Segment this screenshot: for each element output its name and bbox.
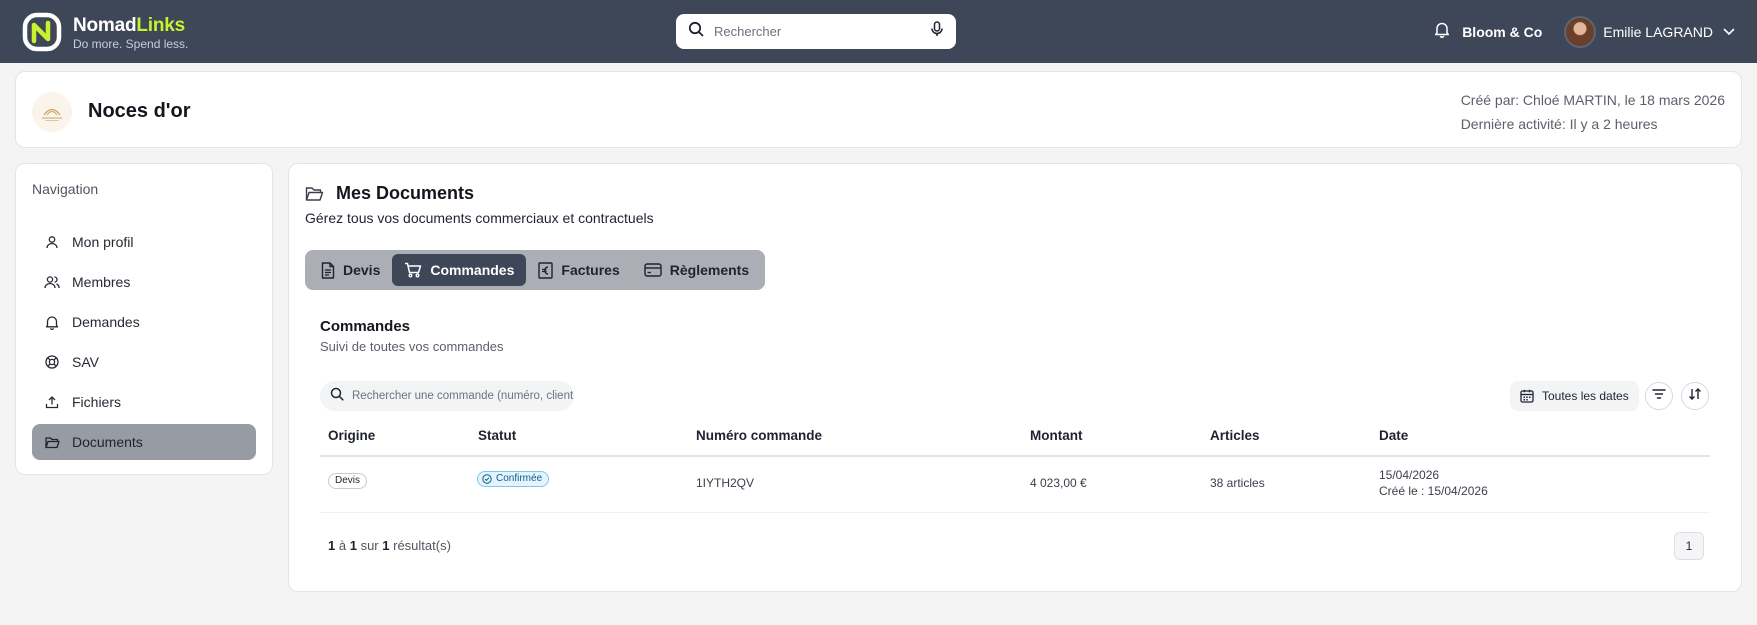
table-header: Origine Statut Numéro commande Montant A… <box>320 417 1710 457</box>
tab-label: Devis <box>343 262 381 278</box>
sidebar-item-label: Demandes <box>72 314 140 330</box>
sidebar-item-requests[interactable]: Demandes <box>32 304 256 340</box>
sidebar-item-label: Fichiers <box>72 394 122 410</box>
table-row[interactable]: Devis Confirmée 1IYTH2QV 4 023,00 € 38 a… <box>320 457 1710 513</box>
page-title-text: Mes Documents <box>336 183 475 203</box>
status-badge: Confirmée <box>477 471 550 487</box>
filter-icon <box>1652 387 1666 405</box>
filter-button[interactable] <box>1645 382 1673 410</box>
order-amount: 4 023,00 € <box>1030 476 1087 490</box>
tab-commandes[interactable]: Commandes <box>392 254 527 286</box>
sidebar-item-documents[interactable]: Documents <box>32 424 256 460</box>
sidebar-item-label: SAV <box>72 354 99 370</box>
section-title: Commandes <box>320 318 411 335</box>
calendar-icon <box>1520 389 1534 403</box>
bell-icon <box>44 314 60 330</box>
sidebar-item-files[interactable]: Fichiers <box>32 384 256 420</box>
date-filter-button[interactable]: Toutes les dates <box>1510 381 1639 411</box>
order-search-input[interactable]: Rechercher une commande (numéro, client.… <box>320 381 574 411</box>
column-header-amount[interactable]: Montant <box>1030 428 1082 443</box>
lifebuoy-icon <box>44 354 60 370</box>
brand[interactable]: NomadLinks Do more. Spend less. <box>73 15 189 52</box>
user-icon <box>44 234 60 250</box>
sidebar-item-label: Mon profil <box>72 234 134 250</box>
sidebar: Navigation Mon profil Membres Demandes S… <box>15 163 273 475</box>
column-header-date[interactable]: Date <box>1379 428 1408 443</box>
chevron-down-icon[interactable] <box>1723 23 1735 41</box>
cart-icon <box>404 262 422 278</box>
microphone-icon[interactable] <box>930 21 944 42</box>
sidebar-nav: Mon profil Membres Demandes SAV Fichiers <box>32 224 256 464</box>
order-search-placeholder: Rechercher une commande (numéro, client.… <box>352 390 574 402</box>
last-activity-text: Dernière activité: Il y a 2 heures <box>1460 116 1658 132</box>
users-icon <box>44 274 60 290</box>
top-bar: NomadLinks Do more. Spend less. Recherch… <box>0 0 1757 63</box>
origin-badge: Devis <box>328 473 368 489</box>
date-filter-label: Toutes les dates <box>1542 389 1629 403</box>
sort-arrows-icon <box>1688 387 1702 406</box>
file-text-icon <box>321 261 335 279</box>
top-right-area: Bloom & Co Emilie LAGRAND <box>1434 0 1735 63</box>
user-avatar[interactable] <box>1564 15 1597 48</box>
tab-label: Commandes <box>430 262 515 278</box>
sidebar-title: Navigation <box>32 181 99 197</box>
sidebar-item-label: Documents <box>72 434 143 450</box>
orders-table: Origine Statut Numéro commande Montant A… <box>320 417 1710 513</box>
page-title: Mes Documents <box>305 183 474 204</box>
sort-button[interactable] <box>1681 382 1709 410</box>
sidebar-item-profile[interactable]: Mon profil <box>32 224 256 260</box>
order-date: 15/04/2026 <box>1379 468 1440 482</box>
project-header-card: Noces d'or Créé par: Chloé MARTIN, le 18… <box>15 71 1742 148</box>
order-number[interactable]: 1IYTH2QV <box>696 476 754 490</box>
global-search-input[interactable]: Rechercher <box>676 14 956 49</box>
folder-open-icon <box>305 186 324 202</box>
documents-panel: Mes Documents Gérez tous vos documents c… <box>288 163 1742 592</box>
tab-devis[interactable]: Devis <box>309 254 392 286</box>
column-header-order-number[interactable]: Numéro commande <box>696 428 822 443</box>
section-subtitle: Suivi de toutes vos commandes <box>320 339 504 354</box>
user-name[interactable]: Emilie LAGRAND <box>1603 24 1713 40</box>
project-meta: Créé par: Chloé MARTIN, le 18 mars 2026 … <box>1461 88 1725 136</box>
project-logo-icon <box>32 92 72 132</box>
tab-label: Factures <box>561 262 620 278</box>
column-header-status[interactable]: Statut <box>478 428 516 443</box>
column-header-origin[interactable]: Origine <box>328 428 375 443</box>
tab-label: Règlements <box>669 262 750 278</box>
global-search-placeholder: Rechercher <box>714 24 782 39</box>
order-created-date: Créé le : 15/04/2026 <box>1379 484 1488 498</box>
search-icon <box>330 387 344 406</box>
search-icon <box>688 21 704 42</box>
sidebar-item-members[interactable]: Membres <box>32 264 256 300</box>
order-articles: 38 articles <box>1210 476 1265 490</box>
sidebar-item-label: Membres <box>72 274 131 290</box>
upload-icon <box>44 394 60 410</box>
status-badge-label: Confirmée <box>496 473 543 484</box>
credit-card-icon <box>644 263 662 277</box>
euro-receipt-icon <box>538 261 554 279</box>
page-subtitle: Gérez tous vos documents commerciaux et … <box>305 210 654 226</box>
notification-bell-icon[interactable] <box>1434 21 1450 43</box>
project-title: Noces d'or <box>88 100 191 122</box>
organization-name[interactable]: Bloom & Co <box>1462 24 1542 40</box>
tab-reglements[interactable]: Règlements <box>632 254 761 286</box>
created-by-text: Créé par: Chloé MARTIN, le 18 mars 2026 <box>1460 92 1725 108</box>
pagination-summary: 1 à 1 sur 1 résultat(s) <box>328 538 451 553</box>
brand-tagline: Do more. Spend less. <box>73 37 189 51</box>
tab-factures[interactable]: Factures <box>526 254 631 286</box>
brand-name: NomadLinks <box>73 15 186 36</box>
column-header-articles[interactable]: Articles <box>1210 428 1260 443</box>
sidebar-item-sav[interactable]: SAV <box>32 344 256 380</box>
pagination-page-button[interactable]: 1 <box>1674 532 1704 560</box>
nomadlinks-logo-icon[interactable] <box>22 12 64 52</box>
folder-icon <box>44 434 60 450</box>
document-tabs: Devis Commandes Factures Règlements <box>305 250 766 290</box>
check-circle-icon <box>482 474 492 484</box>
